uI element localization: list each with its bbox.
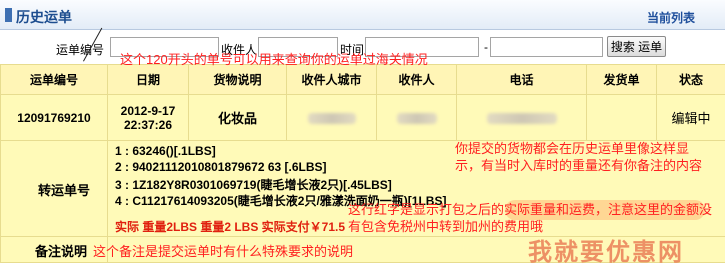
date-text: 2012-9-17 bbox=[120, 103, 176, 118]
page-header: 历史运单 当前列表 bbox=[0, 0, 725, 30]
recipient-cell bbox=[376, 94, 457, 141]
redacted-city bbox=[307, 112, 356, 124]
table-header-row: 运单编号 日期 货物说明 收件人城市 收件人 电话 发货单 状态 bbox=[0, 64, 725, 95]
waybill-number-cell: 12091769210 bbox=[0, 94, 108, 141]
page-title: 历史运单 bbox=[16, 9, 72, 25]
date-separator: - bbox=[484, 40, 488, 54]
date-cell: 2012-9-17 22:37:26 bbox=[107, 94, 189, 141]
history-annotation: 你提交的货物都会在历史运单里像这样显示，有当时入库时的重量还有你备注的内容 bbox=[455, 141, 703, 173]
column-header: 运单编号 bbox=[0, 64, 108, 95]
city-cell bbox=[286, 94, 377, 141]
goods-cell: 化妆品 bbox=[188, 94, 287, 141]
end-date-input[interactable] bbox=[490, 37, 603, 57]
phone-cell bbox=[456, 94, 587, 141]
status-cell: 编辑中 bbox=[656, 94, 725, 141]
transfer-line: 3 : 1Z182Y8R0301069719(睫毛增长液2只)[.45LBS] bbox=[115, 178, 392, 192]
invoice-cell bbox=[586, 94, 657, 141]
column-header: 电话 bbox=[456, 64, 587, 95]
remark-annotation: 这个备注是提交运单时有什么特殊要求的说明 bbox=[93, 244, 354, 259]
redacted-phone bbox=[486, 112, 557, 124]
column-header: 状态 bbox=[656, 64, 725, 95]
table-row[interactable]: 12091769210 2012-9-17 22:37:26 化妆品 编辑中 bbox=[0, 94, 725, 141]
current-list-link[interactable]: 当前列表 bbox=[647, 9, 695, 26]
transfer-line: 1 : 63246()[.1LBS] bbox=[115, 144, 216, 158]
site-watermark: 我就要优惠网 bbox=[528, 239, 684, 263]
search-waybill-button[interactable]: 搜索 运单 bbox=[607, 36, 666, 57]
red-text-annotation: 这行红字是显示打包之后的实际重量和运费，注意这里的金额没有包含免税州中转到加州的… bbox=[348, 202, 713, 234]
waybill-label: 运单编号 bbox=[56, 43, 105, 57]
column-header: 货物说明 bbox=[188, 64, 287, 95]
column-header: 日期 bbox=[107, 64, 189, 95]
actual-weight-price: 实际 重量2LBS 重量2 LBS 实际支付￥71.5 bbox=[115, 220, 346, 234]
transfer-label: 转运单号 bbox=[38, 183, 91, 198]
transfer-line: 2 : 94021112010801879672 63 [.6LBS] bbox=[115, 160, 327, 174]
column-header: 收件人城市 bbox=[286, 64, 377, 95]
redacted-recipient bbox=[396, 112, 437, 124]
remark-label: 备注说明 bbox=[35, 244, 88, 259]
time-text: 22:37:26 bbox=[123, 117, 173, 132]
header-marker-icon bbox=[5, 8, 12, 22]
column-header: 收件人 bbox=[376, 64, 457, 95]
column-header: 发货单 bbox=[586, 64, 657, 95]
waybill-annotation: 这个120开头的单号可以用来查询你的运单过海关情况 bbox=[120, 52, 428, 67]
